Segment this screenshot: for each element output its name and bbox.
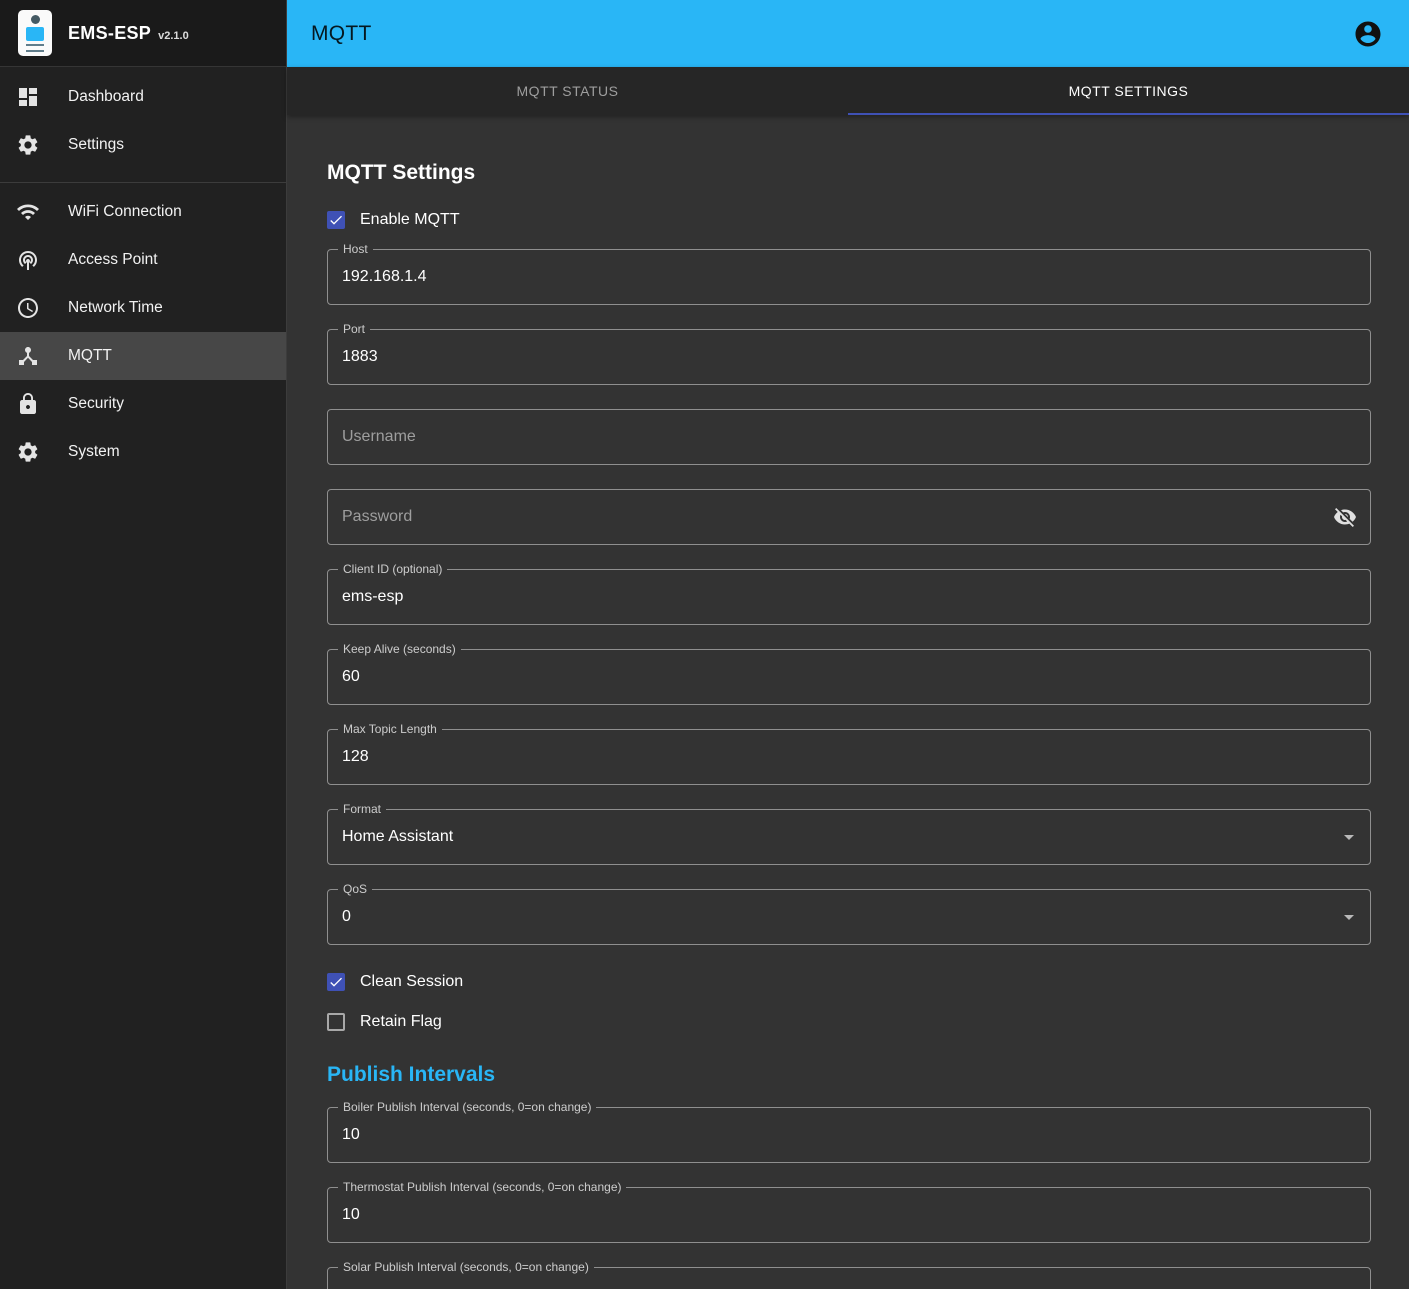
sidebar-item-label: Settings bbox=[68, 136, 124, 154]
solar-publish-interval-label: Solar Publish Interval (seconds, 0=on ch… bbox=[338, 1260, 594, 1274]
sidebar-divider bbox=[0, 182, 286, 183]
host-input[interactable] bbox=[328, 250, 1370, 304]
sidebar-item-label: WiFi Connection bbox=[68, 203, 182, 221]
sidebar-item-security[interactable]: Security bbox=[0, 380, 286, 428]
access-point-icon bbox=[16, 248, 40, 272]
visibility-off-icon[interactable] bbox=[1333, 505, 1357, 529]
retain-flag-checkbox[interactable] bbox=[327, 1013, 345, 1031]
max-topic-length-field-label: Max Topic Length bbox=[338, 722, 442, 736]
sidebar-item-label: Network Time bbox=[68, 299, 163, 317]
retain-flag-label[interactable]: Retain Flag bbox=[360, 1013, 442, 1031]
app-root: EMS-ESP v2.1.0 Dashboard Settings bbox=[0, 0, 1409, 1289]
device-hub-icon bbox=[16, 344, 40, 368]
publish-intervals-title: Publish Intervals bbox=[327, 1063, 1371, 1087]
page-title: MQTT bbox=[311, 22, 372, 46]
port-input[interactable] bbox=[328, 330, 1370, 384]
sidebar-item-access-point[interactable]: Access Point bbox=[0, 236, 286, 284]
sidebar-item-label: Security bbox=[68, 395, 124, 413]
sidebar-item-system[interactable]: System bbox=[0, 428, 286, 476]
client-id-field: Client ID (optional) bbox=[327, 569, 1371, 625]
clock-icon bbox=[16, 296, 40, 320]
sidebar: EMS-ESP v2.1.0 Dashboard Settings bbox=[0, 0, 287, 1289]
qos-select-value: 0 bbox=[328, 908, 1344, 926]
form-title: MQTT Settings bbox=[327, 161, 1371, 185]
username-input[interactable] bbox=[328, 410, 1370, 464]
ems-device-logo bbox=[18, 10, 52, 56]
retain-flag-row: Retain Flag bbox=[327, 1009, 1371, 1035]
solar-publish-interval-field: Solar Publish Interval (seconds, 0=on ch… bbox=[327, 1267, 1371, 1289]
sidebar-header: EMS-ESP v2.1.0 bbox=[0, 0, 286, 67]
client-id-input[interactable] bbox=[328, 570, 1370, 624]
format-select[interactable]: Format Home Assistant bbox=[327, 809, 1371, 865]
app-name: EMS-ESP bbox=[68, 23, 151, 44]
tab-mqtt-status[interactable]: MQTT STATUS bbox=[287, 67, 848, 115]
sidebar-item-settings[interactable]: Settings bbox=[0, 121, 286, 169]
password-input[interactable] bbox=[328, 490, 1333, 544]
app-title: EMS-ESP v2.1.0 bbox=[68, 23, 189, 44]
sidebar-item-mqtt[interactable]: MQTT bbox=[0, 332, 286, 380]
host-field-label: Host bbox=[338, 242, 373, 256]
boiler-publish-interval-input[interactable] bbox=[328, 1108, 1370, 1162]
port-field: Port bbox=[327, 329, 1371, 385]
logo-lines bbox=[26, 44, 44, 52]
sidebar-item-label: MQTT bbox=[68, 347, 112, 365]
keep-alive-input[interactable] bbox=[328, 650, 1370, 704]
sidebar-item-dashboard[interactable]: Dashboard bbox=[0, 73, 286, 121]
thermostat-publish-interval-field: Thermostat Publish Interval (seconds, 0=… bbox=[327, 1187, 1371, 1243]
thermostat-publish-interval-label: Thermostat Publish Interval (seconds, 0=… bbox=[338, 1180, 626, 1194]
gear-icon bbox=[16, 440, 40, 464]
max-topic-length-field: Max Topic Length bbox=[327, 729, 1371, 785]
clean-session-row: Clean Session bbox=[327, 969, 1371, 995]
sidebar-item-label: Access Point bbox=[68, 251, 158, 269]
appbar: MQTT bbox=[287, 0, 1409, 67]
sidebar-item-label: Dashboard bbox=[68, 88, 144, 106]
username-field bbox=[327, 409, 1371, 465]
qos-select[interactable]: QoS 0 bbox=[327, 889, 1371, 945]
dashboard-icon bbox=[16, 85, 40, 109]
enable-mqtt-label[interactable]: Enable MQTT bbox=[360, 211, 460, 229]
sidebar-item-wifi-connection[interactable]: WiFi Connection bbox=[0, 188, 286, 236]
app-version: v2.1.0 bbox=[158, 30, 189, 42]
password-field bbox=[327, 489, 1371, 545]
clean-session-label[interactable]: Clean Session bbox=[360, 973, 463, 991]
max-topic-length-input[interactable] bbox=[328, 730, 1370, 784]
boiler-publish-interval-label: Boiler Publish Interval (seconds, 0=on c… bbox=[338, 1100, 596, 1114]
logo-screen bbox=[26, 27, 44, 41]
client-id-field-label: Client ID (optional) bbox=[338, 562, 447, 576]
chevron-down-icon bbox=[1344, 915, 1354, 920]
sidebar-item-label: System bbox=[68, 443, 120, 461]
enable-mqtt-checkbox[interactable] bbox=[327, 211, 345, 229]
qos-select-label: QoS bbox=[338, 882, 372, 896]
mqtt-settings-panel: MQTT Settings Enable MQTT Host Port bbox=[287, 115, 1409, 1289]
keep-alive-field: Keep Alive (seconds) bbox=[327, 649, 1371, 705]
host-field: Host bbox=[327, 249, 1371, 305]
boiler-publish-interval-field: Boiler Publish Interval (seconds, 0=on c… bbox=[327, 1107, 1371, 1163]
clean-session-checkbox[interactable] bbox=[327, 973, 345, 991]
lock-icon bbox=[16, 392, 40, 416]
port-field-label: Port bbox=[338, 322, 370, 336]
keep-alive-field-label: Keep Alive (seconds) bbox=[338, 642, 461, 656]
account-circle-icon[interactable] bbox=[1353, 19, 1383, 49]
main-column: MQTT MQTT STATUS MQTT SETTINGS MQTT Sett… bbox=[287, 0, 1409, 1289]
tab-bar: MQTT STATUS MQTT SETTINGS bbox=[287, 67, 1409, 115]
chevron-down-icon bbox=[1344, 835, 1354, 840]
sidebar-nav: Dashboard Settings WiFi Connection Acc bbox=[0, 67, 286, 476]
gear-icon bbox=[16, 133, 40, 157]
sidebar-item-network-time[interactable]: Network Time bbox=[0, 284, 286, 332]
tab-mqtt-settings[interactable]: MQTT SETTINGS bbox=[848, 67, 1409, 115]
logo-cap bbox=[31, 15, 40, 24]
format-select-label: Format bbox=[338, 802, 386, 816]
wifi-icon bbox=[16, 200, 40, 224]
enable-mqtt-row: Enable MQTT bbox=[327, 207, 1371, 233]
format-select-value: Home Assistant bbox=[328, 828, 1344, 846]
thermostat-publish-interval-input[interactable] bbox=[328, 1188, 1370, 1242]
